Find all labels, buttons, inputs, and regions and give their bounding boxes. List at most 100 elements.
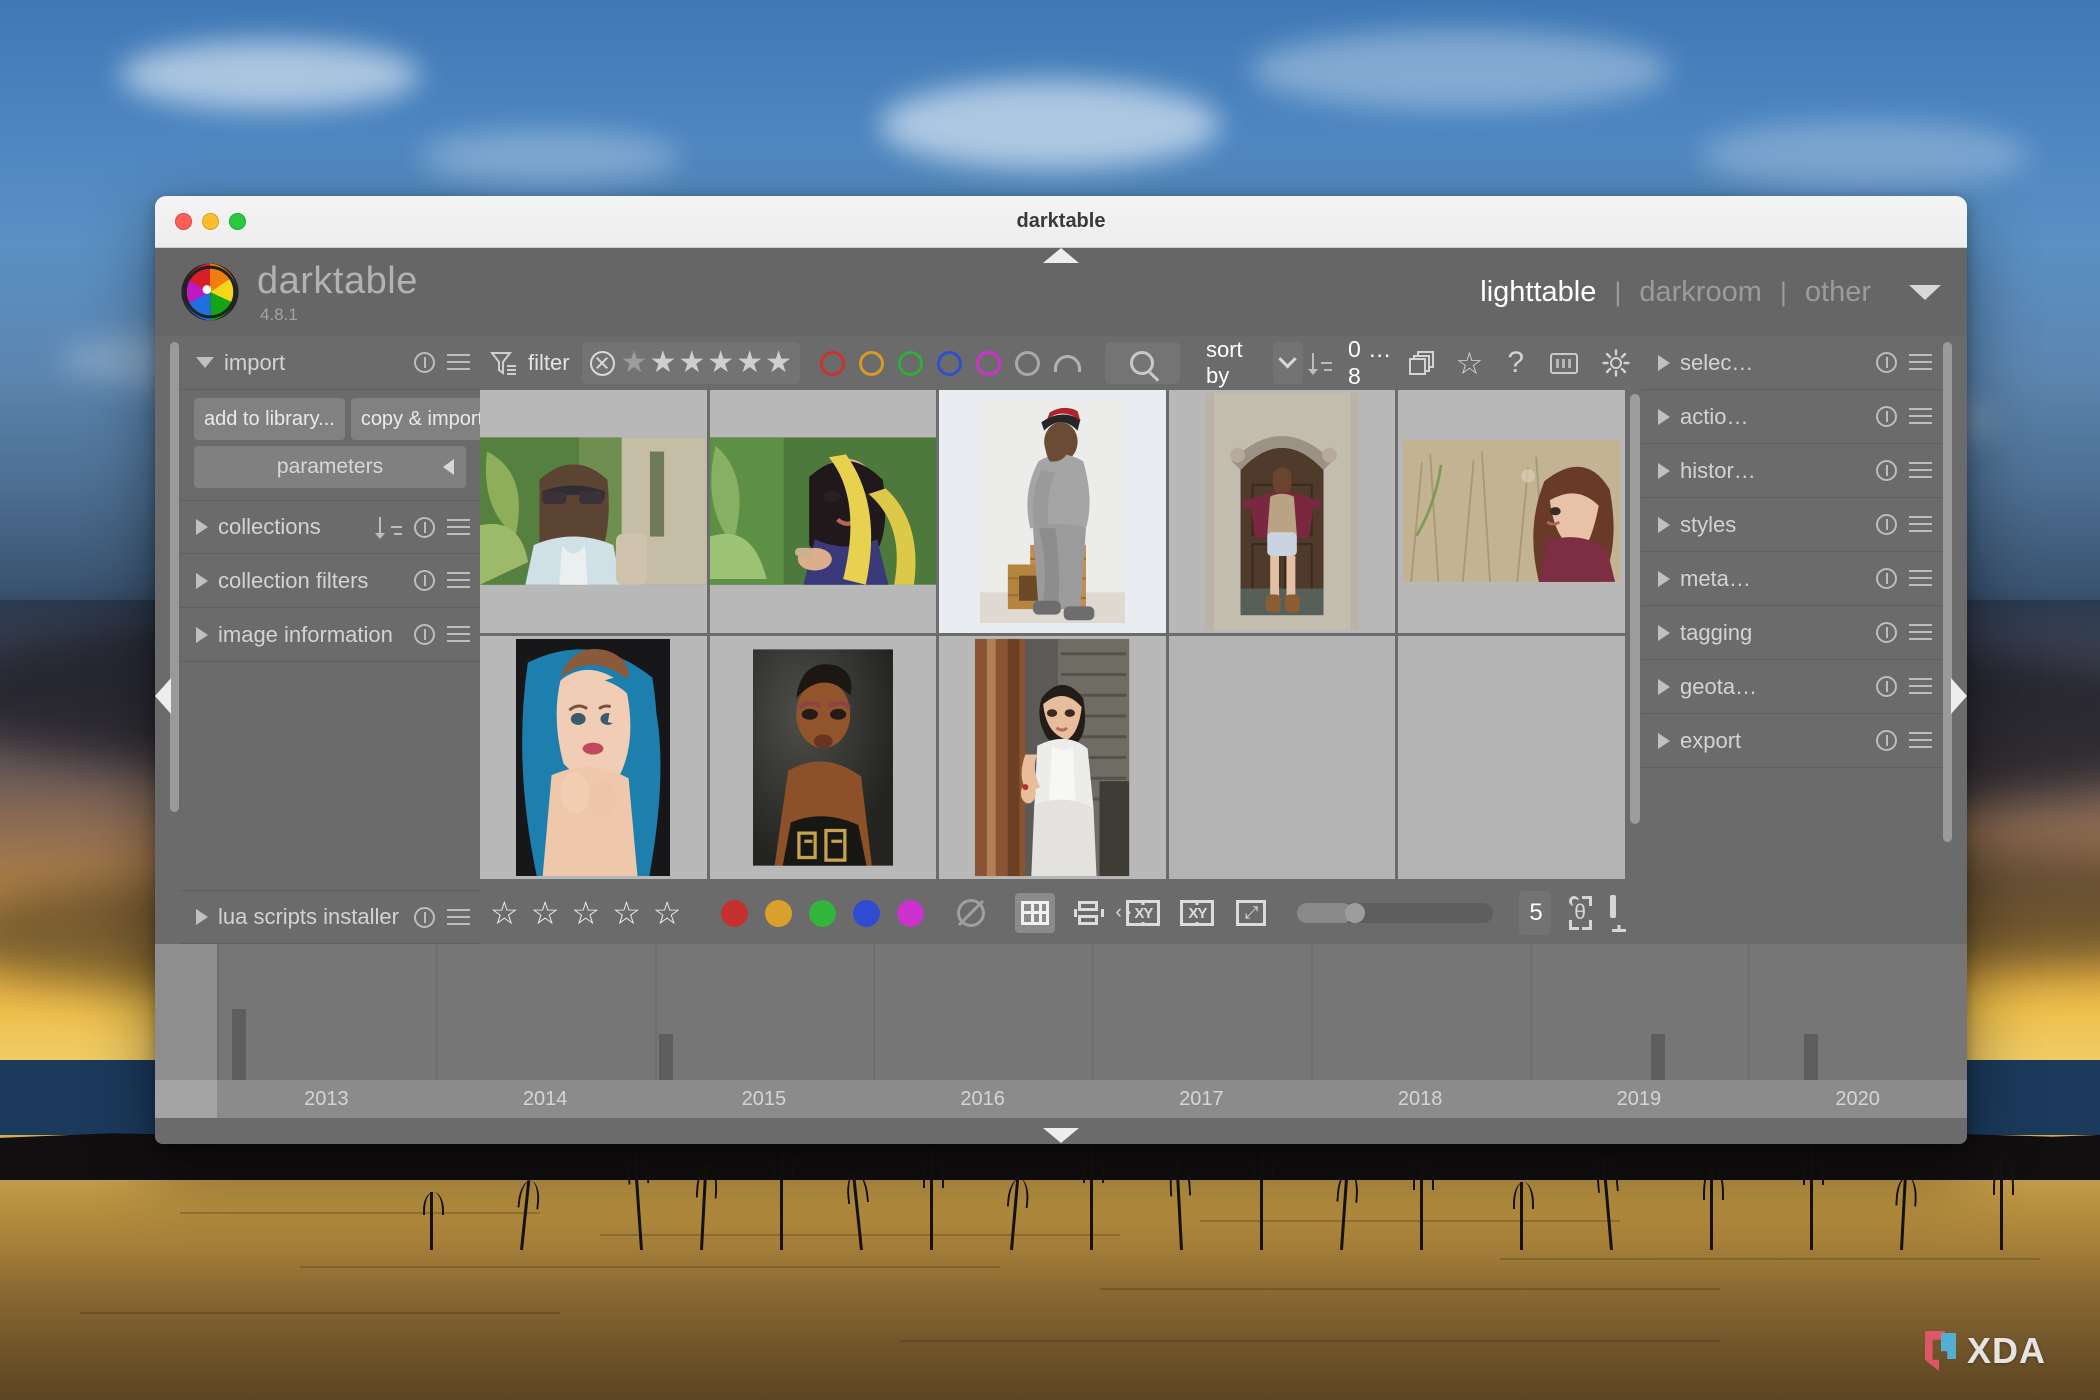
- table-row[interactable]: [1168, 390, 1399, 636]
- table-row[interactable]: [1168, 636, 1399, 882]
- timeline-year-2018[interactable]: [1310, 944, 1530, 1080]
- culling-fixed-icon[interactable]: XY: [1177, 893, 1217, 933]
- timeline-year-2015[interactable]: [654, 944, 874, 1080]
- module-icons[interactable]: [414, 906, 470, 928]
- timeline-year-2016[interactable]: [873, 944, 1092, 1080]
- image-stack-icon[interactable]: [1408, 351, 1434, 375]
- reset-icon[interactable]: [414, 516, 435, 538]
- module-header-import[interactable]: import: [180, 336, 480, 390]
- module-header-collections[interactable]: collections: [180, 500, 480, 554]
- presets-menu-icon[interactable]: [1909, 732, 1932, 749]
- gear-icon[interactable]: [1602, 349, 1630, 377]
- timeline-year-2014[interactable]: [435, 944, 655, 1080]
- module-icons[interactable]: [1876, 730, 1932, 751]
- color-filter-yellow[interactable]: [859, 350, 884, 376]
- display-profile-icon[interactable]: [1609, 895, 1628, 932]
- rating-setter[interactable]: ☆ ☆ ☆ ☆ ☆: [490, 897, 681, 929]
- arc-icon[interactable]: [1054, 354, 1081, 372]
- presets-menu-icon[interactable]: [447, 908, 470, 926]
- presets-menu-icon[interactable]: [1909, 462, 1932, 479]
- star-icon-5[interactable]: ☆: [653, 897, 682, 929]
- star-icon-1[interactable]: ☆: [490, 897, 519, 929]
- module-header-tagging[interactable]: tagging: [1642, 606, 1942, 660]
- table-row[interactable]: [939, 636, 1169, 882]
- sort-by-dropdown[interactable]: [1272, 342, 1304, 384]
- clear-color-label-icon[interactable]: [957, 899, 986, 927]
- timeline-histogram[interactable]: [155, 944, 1967, 1080]
- module-icons[interactable]: [1876, 460, 1932, 481]
- zoom-level-value[interactable]: 5: [1518, 891, 1551, 935]
- table-row[interactable]: [1398, 390, 1628, 636]
- star-icon-unstarred[interactable]: ★: [621, 348, 648, 378]
- color-filter-green[interactable]: [898, 350, 923, 376]
- module-header-styles[interactable]: styles: [1642, 498, 1942, 552]
- star-icon-2[interactable]: ☆: [531, 897, 560, 929]
- presets-menu-icon[interactable]: [447, 572, 470, 589]
- table-row[interactable]: [709, 636, 940, 882]
- star-icon-1[interactable]: ★: [649, 348, 676, 378]
- module-header-image-information[interactable]: image information: [180, 608, 480, 662]
- left-panel-collapse-arrow[interactable]: [155, 678, 171, 714]
- focus-detection-icon[interactable]: θ: [1568, 896, 1592, 930]
- table-row[interactable]: [1398, 636, 1628, 882]
- culling-layout-icon[interactable]: [1069, 893, 1109, 933]
- star-icon-2[interactable]: ★: [678, 348, 705, 378]
- table-row[interactable]: [939, 390, 1169, 636]
- keyboard-icon[interactable]: [1550, 352, 1578, 374]
- window-titlebar[interactable]: darktable: [155, 196, 1967, 248]
- module-icons[interactable]: [1876, 568, 1932, 589]
- module-header-metadata-editor[interactable]: meta…: [1642, 552, 1942, 606]
- presets-menu-icon[interactable]: [1909, 570, 1932, 587]
- presets-menu-icon[interactable]: [1909, 624, 1932, 641]
- thumbnail-grid[interactable]: [480, 390, 1628, 882]
- presets-menu-icon[interactable]: [1909, 678, 1932, 695]
- color-label-green[interactable]: [809, 899, 837, 927]
- presets-menu-icon[interactable]: [447, 518, 470, 536]
- module-header-lua-scripts-installer[interactable]: lua scripts installer: [180, 890, 480, 944]
- module-header-geotagging[interactable]: geota…: [1642, 660, 1942, 714]
- grid-scrollbar[interactable]: [1628, 390, 1642, 882]
- view-lighttable[interactable]: lighttable: [1468, 276, 1608, 309]
- table-row[interactable]: [480, 636, 710, 882]
- module-header-history-stack[interactable]: histor…: [1642, 444, 1942, 498]
- module-icons[interactable]: [414, 570, 470, 591]
- module-header-export[interactable]: export: [1642, 714, 1942, 768]
- view-other[interactable]: other: [1793, 276, 1883, 309]
- module-icons[interactable]: [1876, 406, 1932, 427]
- color-filter-red[interactable]: [820, 350, 845, 376]
- bottom-panel-collapse-arrow[interactable]: [1043, 1128, 1079, 1143]
- color-label-purple[interactable]: [897, 899, 925, 927]
- module-header-selected-images[interactable]: selec…: [1642, 336, 1942, 390]
- reset-icon[interactable]: [1876, 514, 1897, 535]
- color-filter-purple[interactable]: [976, 350, 1001, 376]
- module-icons[interactable]: [1876, 514, 1932, 535]
- reset-icon[interactable]: [1876, 730, 1897, 751]
- star-icon-4[interactable]: ★: [736, 348, 763, 378]
- module-icons[interactable]: [414, 352, 470, 373]
- color-filter-blue[interactable]: [937, 350, 962, 376]
- table-row[interactable]: [480, 390, 710, 636]
- top-panel-collapse-arrow[interactable]: [1043, 248, 1079, 263]
- star-icon[interactable]: ☆: [1456, 348, 1484, 379]
- star-icon-5[interactable]: ★: [765, 348, 792, 378]
- module-header-collection-filters[interactable]: collection filters: [180, 554, 480, 608]
- star-icon-3[interactable]: ☆: [571, 897, 600, 929]
- maximize-button[interactable]: [229, 213, 246, 230]
- color-label-blue[interactable]: [853, 899, 881, 927]
- view-darkroom[interactable]: darkroom: [1627, 276, 1774, 309]
- reset-icon[interactable]: [1876, 460, 1897, 481]
- reset-icon[interactable]: [1876, 352, 1897, 373]
- search-button[interactable]: [1104, 342, 1180, 384]
- module-icons[interactable]: [414, 624, 470, 645]
- reset-icon[interactable]: [414, 906, 435, 928]
- presets-menu-icon[interactable]: [1909, 408, 1932, 425]
- thumbnail-size-slider[interactable]: [1297, 903, 1493, 923]
- grid-layout-icon[interactable]: [1015, 893, 1056, 933]
- view-switcher[interactable]: lighttable | darkroom | other: [1468, 276, 1945, 309]
- timeline-year-2019[interactable]: [1529, 944, 1749, 1080]
- presets-menu-icon[interactable]: [1909, 354, 1932, 371]
- left-panel-scrollbar[interactable]: [169, 336, 180, 944]
- reset-icon[interactable]: [1876, 406, 1897, 427]
- reject-icon[interactable]: [589, 350, 615, 376]
- right-panel-collapse-arrow[interactable]: [1951, 678, 1967, 714]
